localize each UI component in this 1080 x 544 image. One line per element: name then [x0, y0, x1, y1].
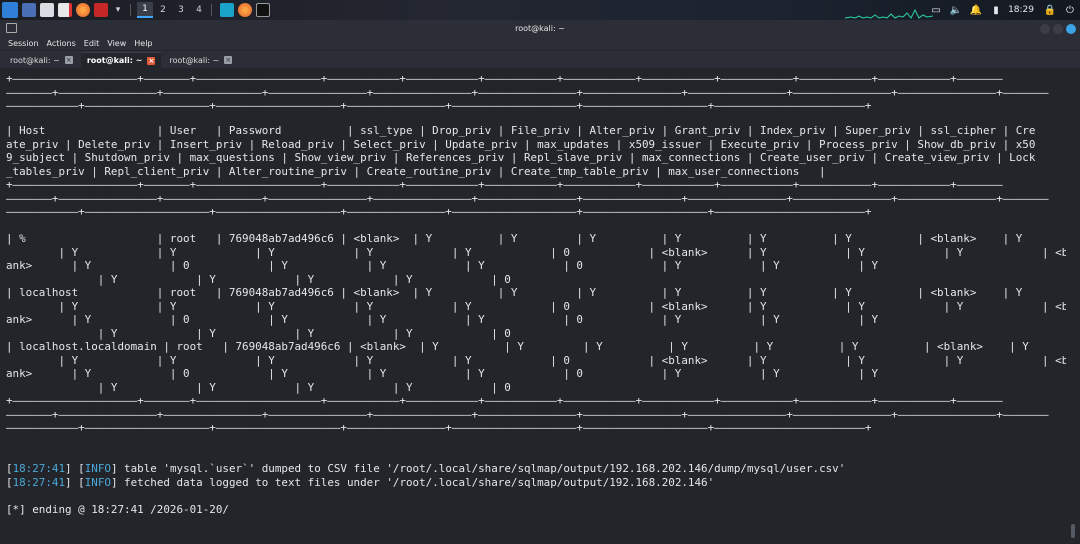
- tab-3[interactable]: root@kali: ~ ×: [163, 52, 238, 68]
- table-row-line: | Y | Y | Y | Y | 0: [6, 380, 511, 394]
- tab-bar: root@kali: ~ × root@kali: ~ × root@kali:…: [0, 51, 1080, 68]
- window-title: root@kali: ~: [515, 24, 565, 33]
- menu-bar: Session Actions Edit View Help: [0, 37, 1080, 50]
- table-header-line: ate_priv | Delete_priv | Insert_priv | R…: [6, 137, 1036, 151]
- workspace-4[interactable]: 4: [191, 2, 207, 18]
- window-titlebar: root@kali: ~: [0, 20, 1080, 37]
- kali-menu-icon[interactable]: [2, 2, 18, 18]
- table-border-line: ———————+———————————————+———————————————+…: [6, 85, 1049, 99]
- tab-label: root@kali: ~: [86, 56, 143, 65]
- tab-label: root@kali: ~: [169, 55, 220, 65]
- log-level: INFO: [84, 462, 111, 475]
- table-border-line: ———————————+———————————————————+————————…: [6, 205, 872, 218]
- menu-help[interactable]: Help: [134, 39, 152, 48]
- workspace-3[interactable]: 3: [173, 2, 189, 18]
- workspace-1[interactable]: 1: [137, 2, 153, 18]
- table-row-line: | Y | Y | Y | Y | 0: [6, 272, 511, 286]
- minimize-button[interactable]: [1040, 24, 1050, 34]
- table-border-line: +———————————————————+———————+———————————…: [6, 178, 1003, 191]
- workspace-2[interactable]: 2: [155, 2, 171, 18]
- close-tab-icon[interactable]: ×: [64, 56, 73, 64]
- terminal-window-icon[interactable]: [256, 3, 270, 17]
- window-icon[interactable]: ▭: [930, 4, 942, 16]
- system-tray: ▭ 🔈 🔔 ▮ 18:29 🔒 ⏻: [926, 0, 1080, 20]
- burp-suite-icon[interactable]: [220, 3, 234, 17]
- panel-separator: [130, 4, 131, 16]
- log-time: 18:27:41: [12, 462, 66, 475]
- notification-bell-icon[interactable]: 🔔: [970, 4, 982, 16]
- table-border-line: +———————————————————+———————+———————————…: [6, 72, 1003, 85]
- log-line-2: [18:27:41] [INFO] fetched data logged to…: [6, 476, 715, 489]
- menu-edit[interactable]: Edit: [84, 39, 100, 48]
- terminal-app-icon[interactable]: [6, 23, 17, 33]
- table-header-line: 9_subject | Shutdown_priv | max_question…: [6, 151, 1036, 164]
- firefox-window-icon[interactable]: [238, 3, 252, 17]
- table-row-line: | localhost.localdomain | root | 769048a…: [6, 340, 1029, 353]
- file-manager-icon[interactable]: [40, 3, 54, 17]
- table-row-line: | Y | Y | Y | Y | Y | 0 | <blank> | Y | …: [6, 245, 1066, 259]
- table-border-line: ———————————+———————————————————+————————…: [6, 421, 872, 434]
- clock[interactable]: 18:29: [1008, 5, 1034, 15]
- log-text: table 'mysql.`user`' dumped to CSV file …: [117, 462, 846, 475]
- show-desktop-icon[interactable]: [22, 3, 36, 17]
- table-border-line: ———————————+———————————————————+————————…: [6, 99, 872, 112]
- tab-label: root@kali: ~: [10, 55, 60, 65]
- battery-icon[interactable]: ▮: [990, 4, 1002, 16]
- log-line-1: [18:27:41] [INFO] table 'mysql.`user`' d…: [6, 462, 846, 475]
- volume-icon[interactable]: 🔈: [950, 4, 962, 16]
- lock-icon[interactable]: 🔒: [1044, 4, 1056, 16]
- scrollbar[interactable]: [1070, 68, 1076, 544]
- table-row-line: | Y | Y | Y | Y | Y | 0 | <blank> | Y | …: [6, 299, 1066, 313]
- maximize-button[interactable]: [1053, 24, 1063, 34]
- table-row-line: ank> | Y | 0 | Y | Y | Y | 0 | Y | Y | Y: [6, 313, 879, 326]
- scrollbar-thumb[interactable]: [1071, 524, 1075, 538]
- launcher-dropdown-icon[interactable]: ▾: [110, 2, 126, 18]
- table-row-line: | localhost | root | 769048ab7ad496c6 | …: [6, 286, 1023, 299]
- menu-actions[interactable]: Actions: [47, 39, 76, 48]
- table-header-line: _tables_priv | Repl_client_priv | Alter_…: [6, 164, 826, 178]
- red-app-icon[interactable]: [94, 3, 108, 17]
- log-time: 18:27:41: [12, 476, 66, 489]
- log-text: fetched data logged to text files under …: [117, 476, 715, 489]
- top-panel: ▾ 1 2 3 4 ▭ 🔈 🔔 ▮ 18:29 🔒 ⏻: [0, 0, 1080, 20]
- log-level: INFO: [84, 476, 111, 489]
- table-border-line: ———————+———————————————+———————————————+…: [6, 407, 1049, 421]
- table-header-line: | Host | User | Password | ssl_type | Dr…: [6, 124, 1036, 137]
- close-tab-icon[interactable]: ×: [224, 56, 233, 64]
- table-border-line: ———————+———————————————+———————————————+…: [6, 191, 1049, 205]
- panel-separator: [211, 4, 212, 16]
- table-row-line: ank> | Y | 0 | Y | Y | Y | 0 | Y | Y | Y: [6, 259, 879, 272]
- tab-1[interactable]: root@kali: ~ ×: [4, 52, 79, 68]
- table-row-line: ank> | Y | 0 | Y | Y | Y | 0 | Y | Y | Y: [6, 367, 879, 380]
- table-row-line: | Y | Y | Y | Y | Y | 0 | <blank> | Y | …: [6, 353, 1066, 367]
- text-editor-icon[interactable]: [58, 3, 72, 17]
- table-border-line: +———————————————————+———————+———————————…: [6, 394, 1003, 407]
- network-graph-icon: [845, 8, 933, 19]
- table-row-line: | Y | Y | Y | Y | 0: [6, 326, 511, 340]
- terminal-output[interactable]: +———————————————————+———————+———————————…: [0, 68, 1066, 544]
- table-row-line: | % | root | 769048ab7ad496c6 | <blank> …: [6, 232, 1023, 245]
- tab-2[interactable]: root@kali: ~ ×: [80, 52, 162, 68]
- menu-view[interactable]: View: [107, 39, 126, 48]
- power-icon[interactable]: ⏻: [1064, 4, 1076, 16]
- close-tab-icon[interactable]: ×: [147, 56, 156, 65]
- close-button[interactable]: [1066, 24, 1076, 34]
- ending-line: [*] ending @ 18:27:41 /2026-01-20/: [6, 503, 229, 516]
- menu-session[interactable]: Session: [8, 39, 39, 48]
- firefox-icon[interactable]: [76, 3, 90, 17]
